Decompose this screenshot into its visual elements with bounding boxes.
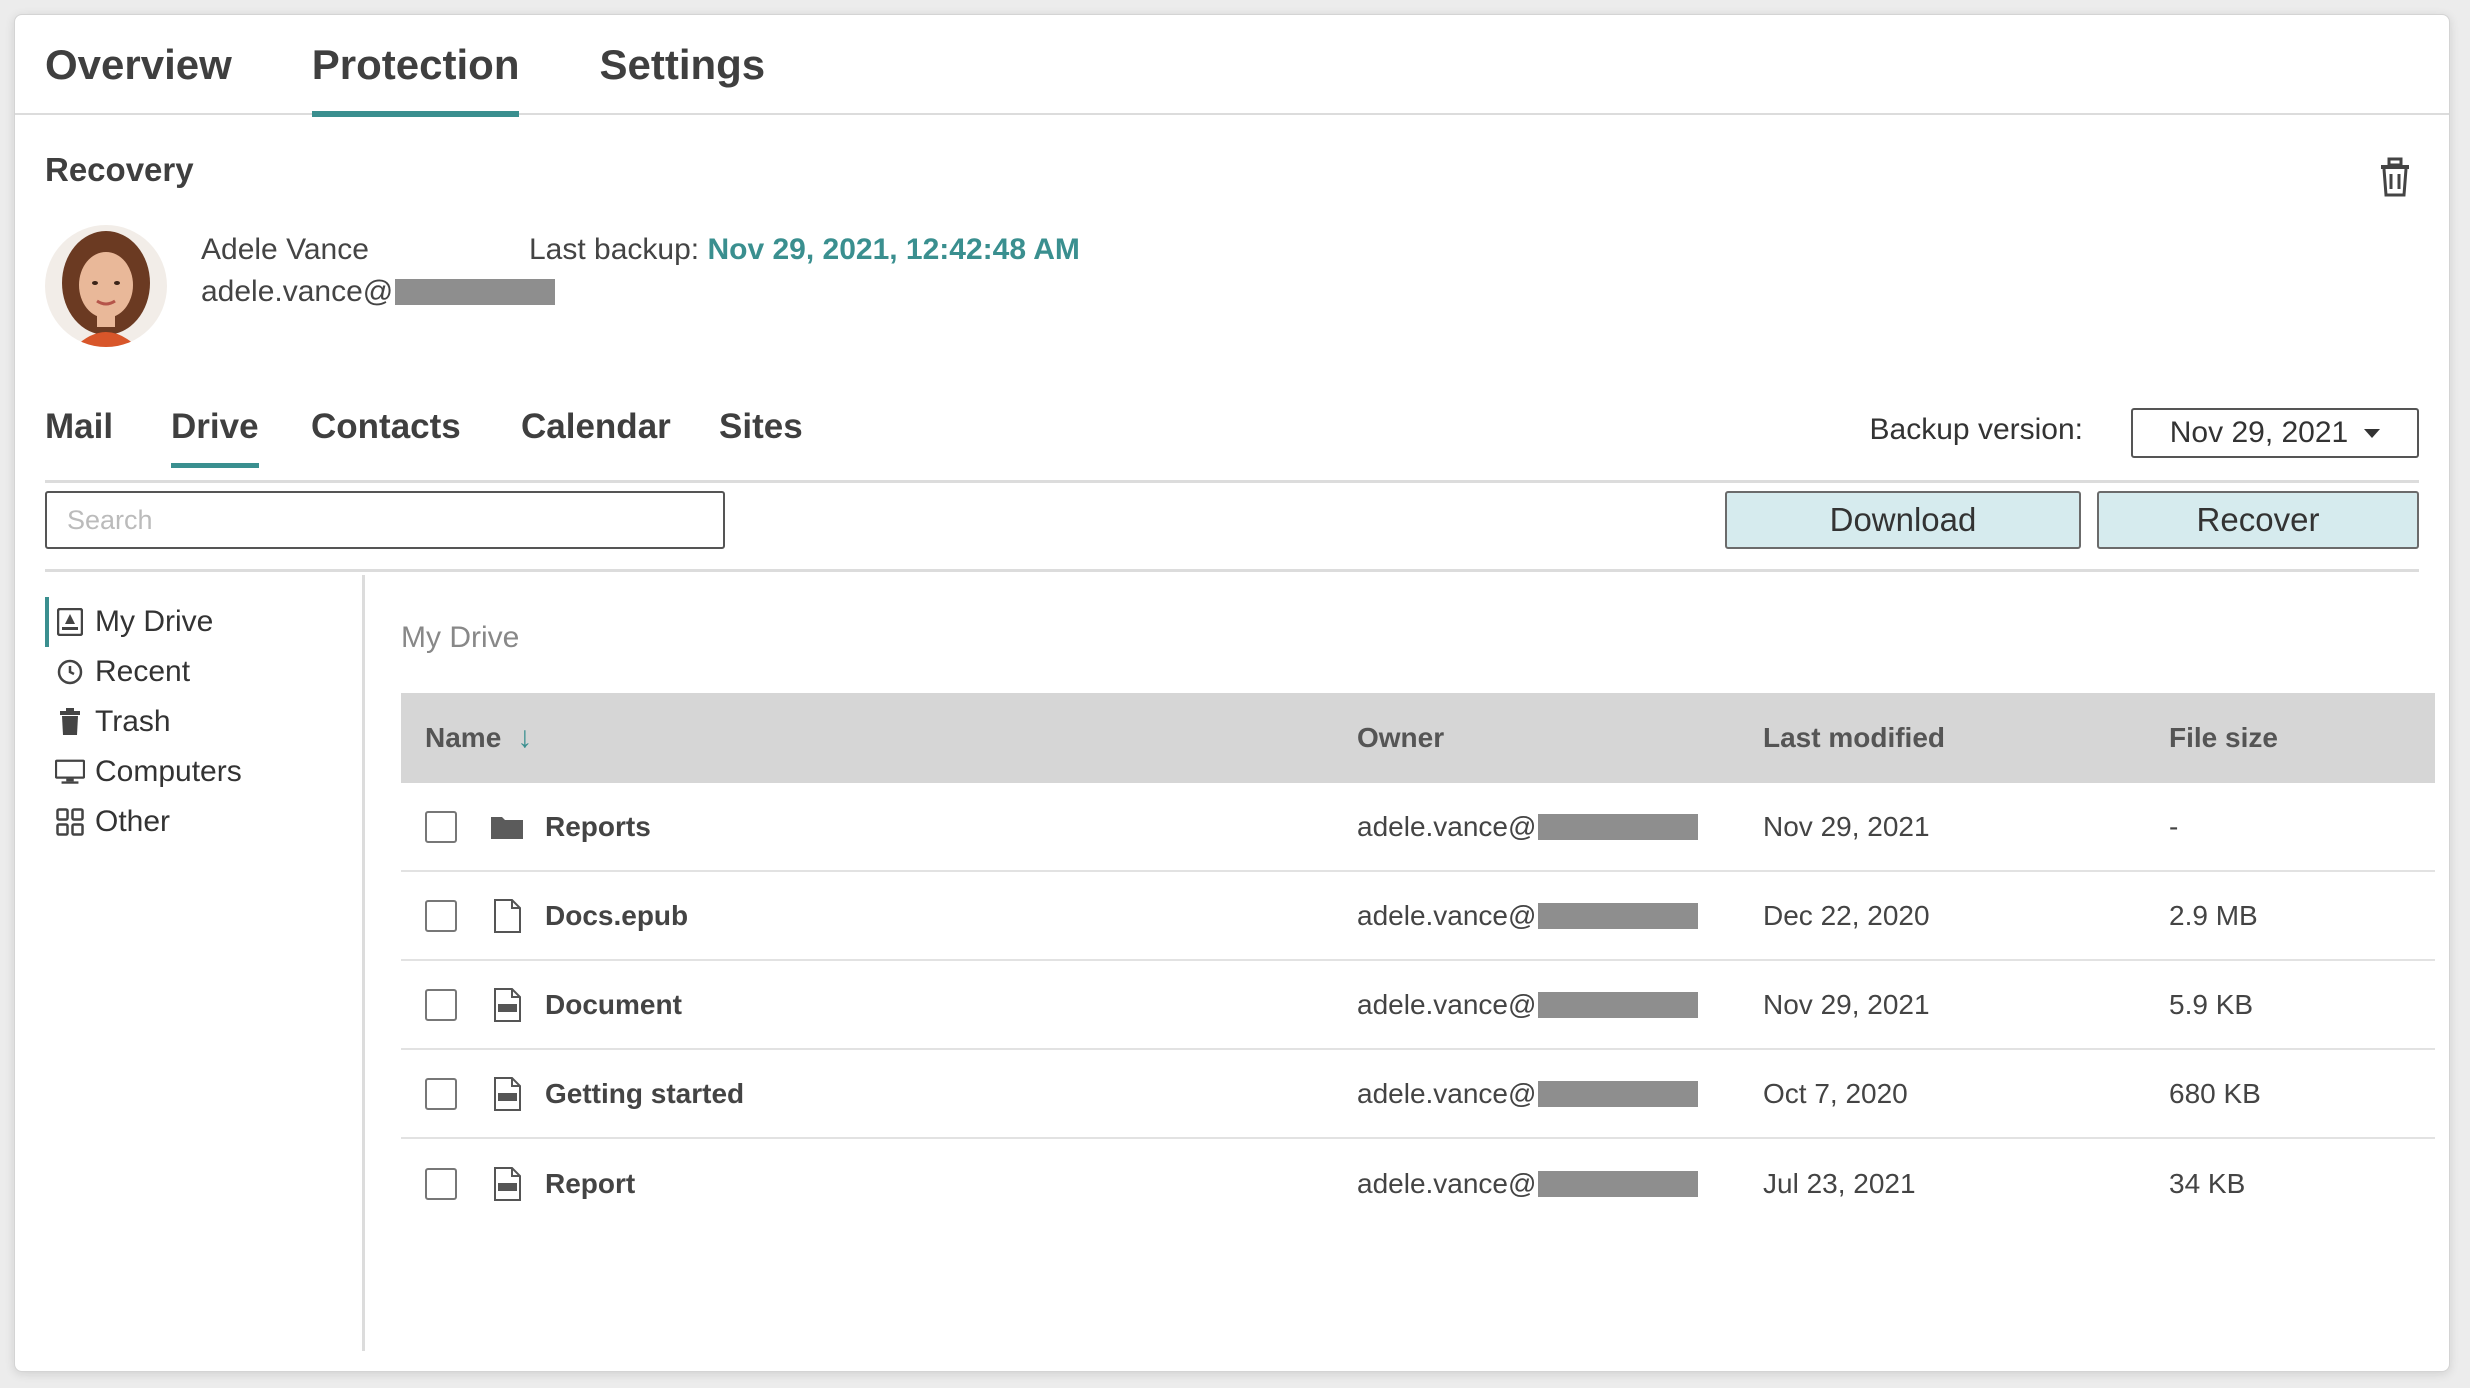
file-size: 680 KB xyxy=(2169,1077,2261,1109)
redacted-block xyxy=(1538,1080,1699,1107)
table-row[interactable]: Getting started adele.vance@ Oct 7, 2020… xyxy=(401,1050,2435,1139)
delete-icon[interactable] xyxy=(2375,155,2415,199)
sub-tab-bar: Mail Drive Contacts Calendar Sites Backu… xyxy=(45,389,2419,483)
breadcrumb: My Drive xyxy=(401,621,520,654)
sidebar-item-label: Other xyxy=(95,805,171,838)
file-table: Name ↓ Owner Last modified File size Rep… xyxy=(401,693,2435,1228)
sidebar-item-recent[interactable]: Recent xyxy=(45,647,362,697)
file-owner: adele.vance@ xyxy=(1357,899,1537,931)
sort-down-arrow-icon: ↓ xyxy=(517,721,533,754)
ppt-icon xyxy=(489,1166,525,1202)
header-file-size[interactable]: File size xyxy=(2169,722,2435,754)
tab-contacts[interactable]: Contacts xyxy=(311,407,461,447)
divider xyxy=(45,569,2419,572)
redacted-block xyxy=(1538,1170,1699,1197)
row-checkbox[interactable] xyxy=(425,1167,457,1200)
download-button[interactable]: Download xyxy=(1725,491,2081,549)
header-name-label: Name xyxy=(425,722,502,753)
last-backup-label: Last backup: xyxy=(529,233,700,266)
row-checkbox[interactable] xyxy=(425,899,457,932)
sidebar-item-label: Trash xyxy=(95,705,171,738)
tab-mail[interactable]: Mail xyxy=(45,407,113,447)
table-row[interactable]: Document adele.vance@ Nov 29, 2021 5.9 K… xyxy=(401,961,2435,1050)
user-email-text: adele.vance@ xyxy=(201,275,394,308)
tab-protection[interactable]: Protection xyxy=(311,15,519,117)
file-size: 2.9 MB xyxy=(2169,899,2258,931)
table-row[interactable]: Report adele.vance@ Jul 23, 2021 34 KB xyxy=(401,1139,2435,1228)
pdf-icon xyxy=(489,1076,525,1112)
tab-settings[interactable]: Settings xyxy=(599,15,765,115)
file-name: Report xyxy=(545,1167,636,1199)
section-title: Recovery xyxy=(45,151,194,188)
sidebar-item-trash[interactable]: Trash xyxy=(45,697,362,747)
backup-version-label: Backup version: xyxy=(1869,413,2083,446)
file-name: Document xyxy=(545,988,682,1020)
file-owner: adele.vance@ xyxy=(1357,810,1537,842)
file-modified: Jul 23, 2021 xyxy=(1763,1167,1916,1199)
redacted-block xyxy=(1538,813,1699,840)
tab-calendar[interactable]: Calendar xyxy=(521,407,671,447)
backup-version-select[interactable]: Nov 29, 2021 xyxy=(2131,408,2419,458)
sidebar: My Drive Recent Trash Computers Other xyxy=(45,575,365,1351)
tab-overview[interactable]: Overview xyxy=(45,15,232,115)
redacted-block xyxy=(395,279,556,305)
table-header: Name ↓ Owner Last modified File size xyxy=(401,693,2435,783)
file-size: - xyxy=(2169,810,2179,842)
user-email: adele.vance@ xyxy=(201,275,556,309)
trash-icon xyxy=(55,707,85,737)
table-row[interactable]: Docs.epub adele.vance@ Dec 22, 2020 2.9 … xyxy=(401,872,2435,961)
sidebar-item-label: Recent xyxy=(95,655,191,688)
file-owner: adele.vance@ xyxy=(1357,988,1537,1020)
file-owner: adele.vance@ xyxy=(1357,1167,1537,1199)
top-tab-bar: Overview Protection Settings xyxy=(15,15,2449,117)
sidebar-item-other[interactable]: Other xyxy=(45,797,362,847)
row-checkbox[interactable] xyxy=(425,810,457,843)
app-window: Overview Protection Settings Recovery Ad… xyxy=(14,14,2450,1372)
row-checkbox[interactable] xyxy=(425,988,457,1021)
redacted-block xyxy=(1538,991,1699,1018)
folder-icon xyxy=(489,809,525,845)
file-size: 34 KB xyxy=(2169,1167,2246,1199)
file-modified: Oct 7, 2020 xyxy=(1763,1077,1908,1109)
sidebar-item-my-drive[interactable]: My Drive xyxy=(45,597,362,647)
file-name: Docs.epub xyxy=(545,899,689,931)
sidebar-item-label: My Drive xyxy=(95,605,214,638)
file-icon xyxy=(489,898,525,934)
search-input[interactable] xyxy=(45,491,725,549)
header-last-modified[interactable]: Last modified xyxy=(1763,722,2169,754)
last-backup-value: Nov 29, 2021, 12:42:48 AM xyxy=(707,233,1080,266)
user-name: Adele Vance xyxy=(201,233,369,266)
my-drive-icon xyxy=(55,607,85,637)
grid-icon xyxy=(55,807,85,837)
clock-icon xyxy=(55,657,85,687)
table-row[interactable]: Reports adele.vance@ Nov 29, 2021 - xyxy=(401,783,2435,872)
caret-down-icon xyxy=(2364,428,2381,438)
sidebar-item-label: Computers xyxy=(95,755,242,788)
file-owner: adele.vance@ xyxy=(1357,1077,1537,1109)
header-name[interactable]: Name ↓ xyxy=(401,721,1357,755)
avatar xyxy=(45,225,167,347)
computer-icon xyxy=(55,757,85,787)
recover-button[interactable]: Recover xyxy=(2097,491,2419,549)
doc-icon xyxy=(489,987,525,1023)
backup-version-value: Nov 29, 2021 xyxy=(2169,416,2349,449)
file-name: Reports xyxy=(545,810,651,842)
tab-drive[interactable]: Drive xyxy=(171,407,259,468)
redacted-block xyxy=(1538,902,1699,929)
header-owner[interactable]: Owner xyxy=(1357,722,1763,754)
row-checkbox[interactable] xyxy=(425,1077,457,1110)
file-modified: Nov 29, 2021 xyxy=(1763,810,1930,842)
file-modified: Nov 29, 2021 xyxy=(1763,988,1930,1020)
tab-sites[interactable]: Sites xyxy=(719,407,803,447)
file-name: Getting started xyxy=(545,1077,745,1109)
last-backup: Last backup: Nov 29, 2021, 12:42:48 AM xyxy=(529,233,1080,267)
file-size: 5.9 KB xyxy=(2169,988,2254,1020)
sidebar-item-computers[interactable]: Computers xyxy=(45,747,362,797)
file-modified: Dec 22, 2020 xyxy=(1763,899,1930,931)
